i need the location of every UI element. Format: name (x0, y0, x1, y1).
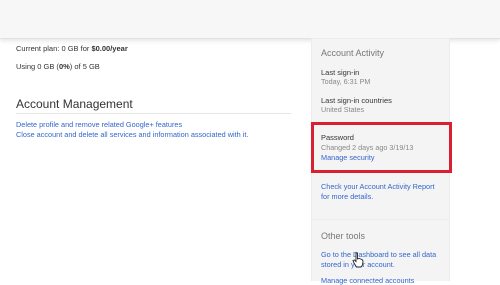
signin-countries-label: Last sign-in countries (321, 96, 392, 105)
current-plan-price: $0.00/year (91, 44, 128, 53)
section-divider (16, 113, 291, 114)
account-management-title: Account Management (16, 97, 133, 111)
activity-report-link-line2[interactable]: for more details. (321, 192, 373, 201)
hand-cursor-icon (352, 252, 364, 268)
top-toolbar (0, 0, 500, 39)
last-signin-value: Today, 6:31 PM (321, 77, 371, 86)
account-activity-title: Account Activity (321, 48, 385, 58)
other-tools-panel: Other tools Go to the Dashboard to see a… (311, 219, 450, 285)
signin-countries-value: United States (321, 105, 365, 114)
usage-suffix: ) of 5 GB (69, 62, 100, 71)
close-account-link[interactable]: Close account and delete all services an… (16, 130, 248, 139)
activity-report-link-line1[interactable]: Check your Account Activity Report (321, 182, 435, 191)
usage-percent: 0% (58, 62, 70, 71)
dashboard-link-line1[interactable]: Go to the Dashboard to see all data (321, 250, 436, 259)
storage-usage-text: Using 0 GB (0%) of 5 GB (16, 62, 100, 71)
delete-profile-link[interactable]: Delete profile and remove related Google… (16, 120, 182, 129)
other-tools-title: Other tools (321, 231, 366, 241)
usage-prefix: Using 0 GB ( (16, 62, 59, 71)
last-signin-label: Last sign-in (321, 68, 360, 77)
current-plan-prefix: Current plan: 0 GB for (16, 44, 92, 53)
password-highlight-box (311, 122, 452, 173)
current-plan-text: Current plan: 0 GB for $0.00/year (16, 44, 128, 53)
